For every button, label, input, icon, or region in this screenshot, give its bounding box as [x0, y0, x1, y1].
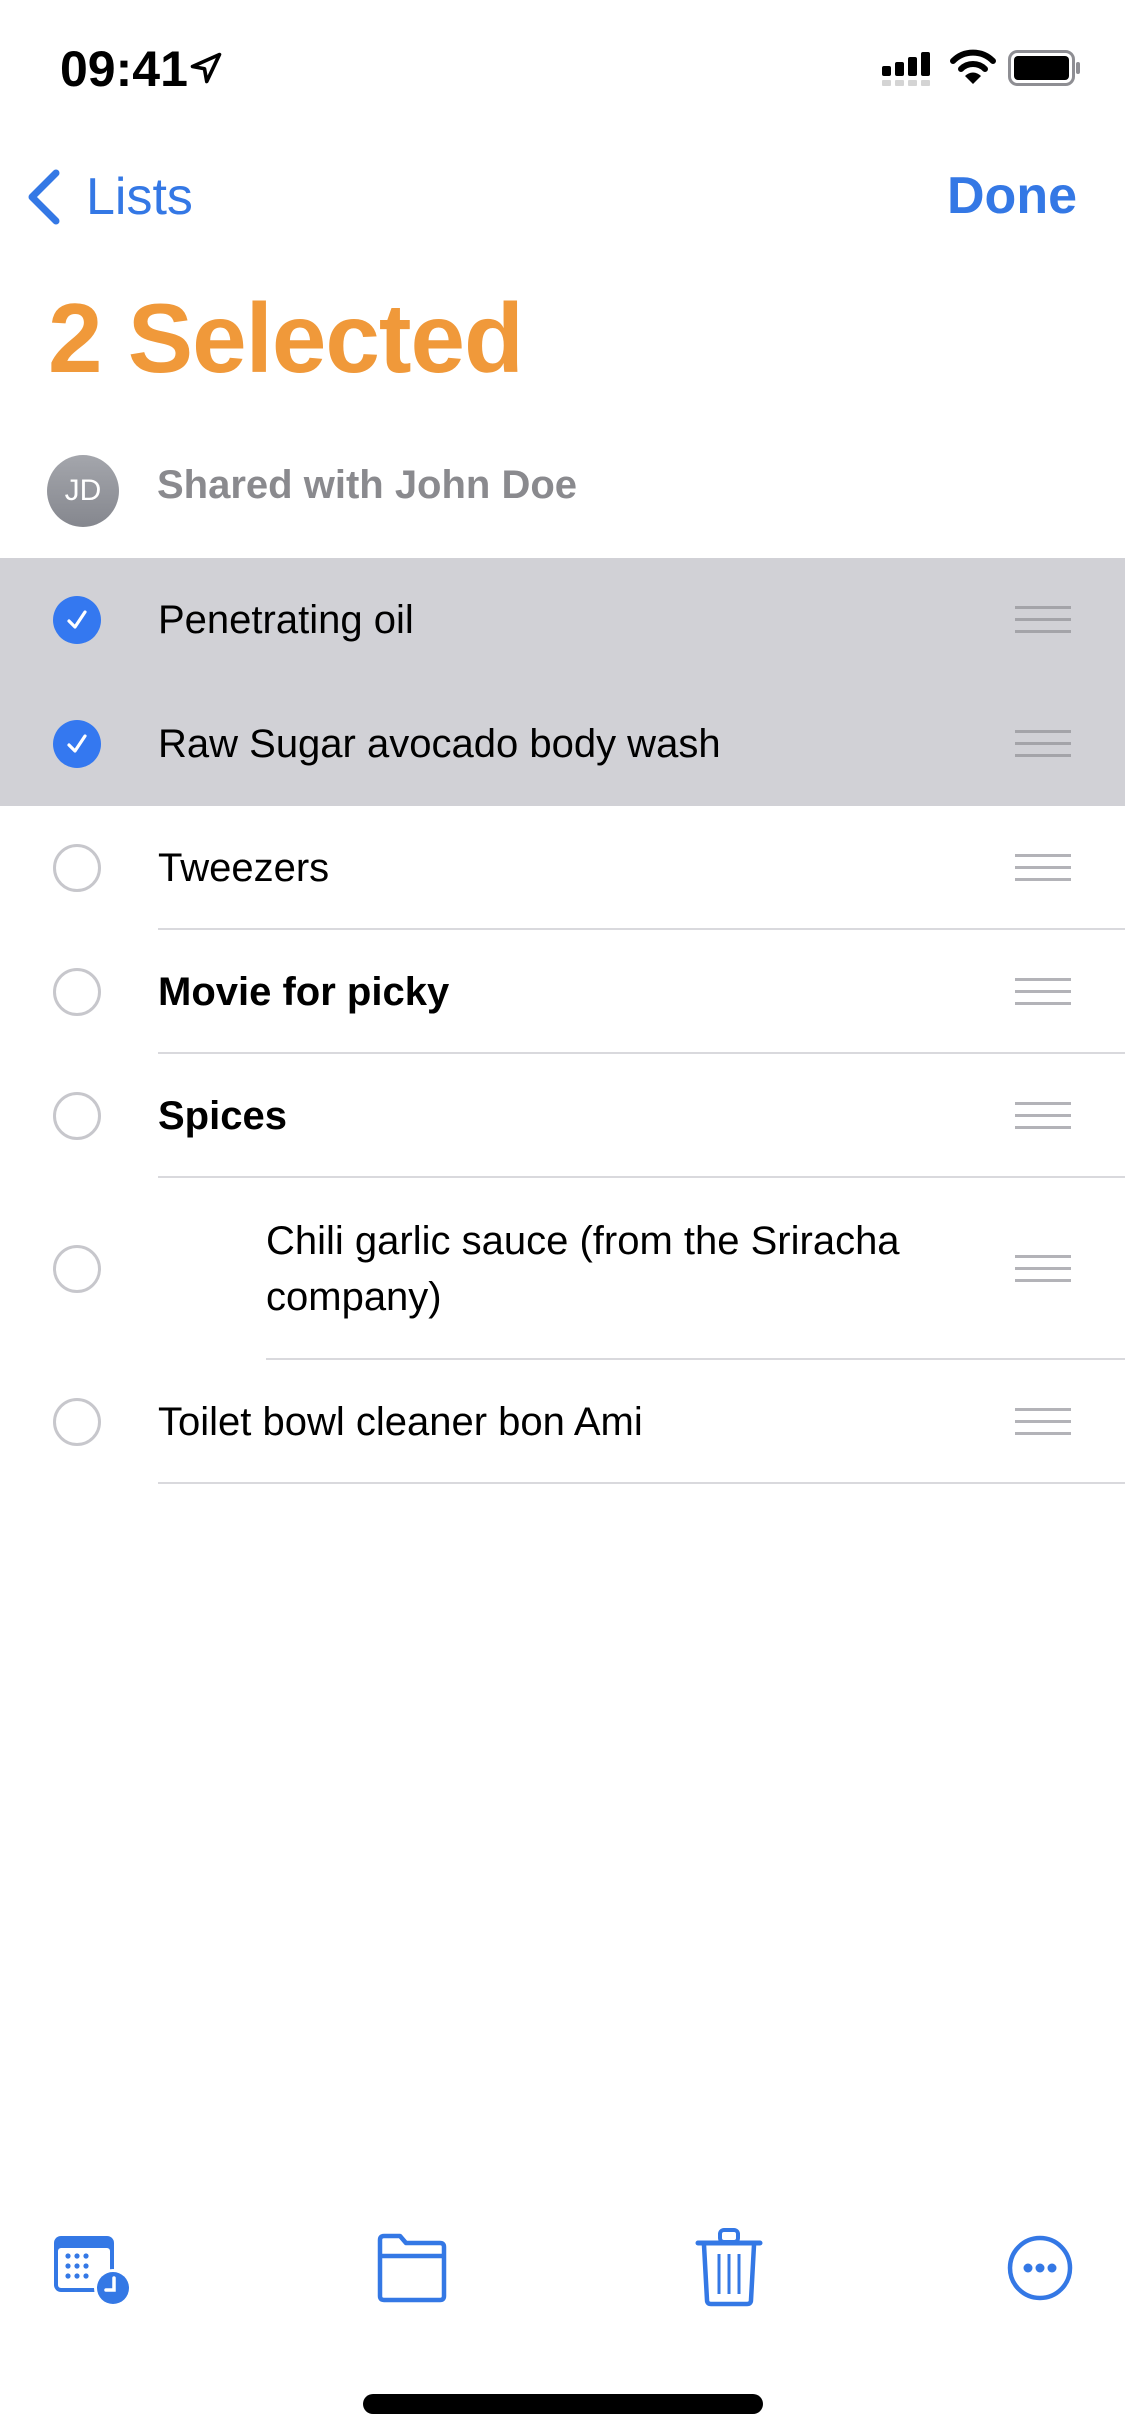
list-item[interactable]: Penetrating oil	[0, 558, 1125, 682]
unchecked-circle-icon[interactable]	[53, 968, 101, 1016]
list-item-label: Toilet bowl cleaner bon Ami	[158, 1400, 643, 1444]
row-separator	[158, 1482, 1125, 1484]
calendar-clock-icon[interactable]	[52, 2228, 132, 2308]
list-item-label: Raw Sugar avocado body wash	[158, 722, 721, 766]
checkmark-icon	[67, 610, 87, 629]
avatar[interactable]: JD	[47, 455, 119, 527]
location-arrow-icon	[190, 52, 222, 84]
list-item[interactable]: Spices	[0, 1054, 1125, 1178]
list-item[interactable]: Toilet bowl cleaner bon Ami	[0, 1360, 1125, 1484]
back-label: Lists	[86, 168, 193, 226]
chevron-left-icon	[28, 169, 60, 225]
checked-circle-icon[interactable]	[53, 596, 101, 644]
trash-icon[interactable]	[688, 2228, 768, 2308]
list-item[interactable]: Movie for picky	[0, 930, 1125, 1054]
reorder-handle-icon[interactable]	[1015, 854, 1071, 882]
unchecked-circle-icon[interactable]	[53, 1092, 101, 1140]
reorder-handle-icon[interactable]	[1015, 606, 1071, 634]
list-item-label: Movie for picky	[158, 970, 450, 1014]
list-item-label: Tweezers	[158, 846, 330, 890]
checkmark-icon	[67, 734, 87, 753]
reminder-list: Penetrating oil Raw Sugar avocado body wa…	[0, 558, 1125, 1484]
shared-with-label[interactable]: Shared with John Doe	[157, 463, 577, 508]
reorder-handle-icon[interactable]	[1015, 730, 1071, 758]
status-time: 09:41	[60, 41, 188, 97]
back-button[interactable]: Lists	[24, 162, 193, 232]
folder-icon[interactable]	[372, 2228, 452, 2308]
reorder-handle-icon[interactable]	[1015, 978, 1071, 1006]
done-button[interactable]: Done	[947, 166, 1077, 226]
unchecked-circle-icon[interactable]	[53, 844, 101, 892]
wifi-icon	[950, 49, 996, 84]
avatar-initials: JD	[64, 474, 102, 507]
more-icon[interactable]	[1000, 2228, 1080, 2308]
list-item[interactable]: Raw Sugar avocado body wash	[0, 682, 1125, 806]
reorder-handle-icon[interactable]	[1015, 1255, 1071, 1283]
list-item[interactable]: Tweezers	[0, 806, 1125, 930]
list-item-label: Chili garlic sauce (from the Sriracha co…	[266, 1219, 900, 1319]
list-item-label: Spices	[158, 1094, 287, 1138]
list-item[interactable]: Chili garlic sauce (from the Sriracha co…	[0, 1178, 1125, 1360]
battery-icon	[1008, 50, 1080, 86]
reorder-handle-icon[interactable]	[1015, 1408, 1071, 1436]
unchecked-circle-icon[interactable]	[53, 1398, 101, 1446]
cellular-signal-icon	[882, 52, 930, 86]
unchecked-circle-icon[interactable]	[53, 1245, 101, 1293]
checked-circle-icon[interactable]	[53, 720, 101, 768]
home-indicator[interactable]	[363, 2394, 763, 2414]
list-item-label: Penetrating oil	[158, 598, 414, 642]
reorder-handle-icon[interactable]	[1015, 1102, 1071, 1130]
page-title: 2 Selected	[48, 283, 524, 393]
